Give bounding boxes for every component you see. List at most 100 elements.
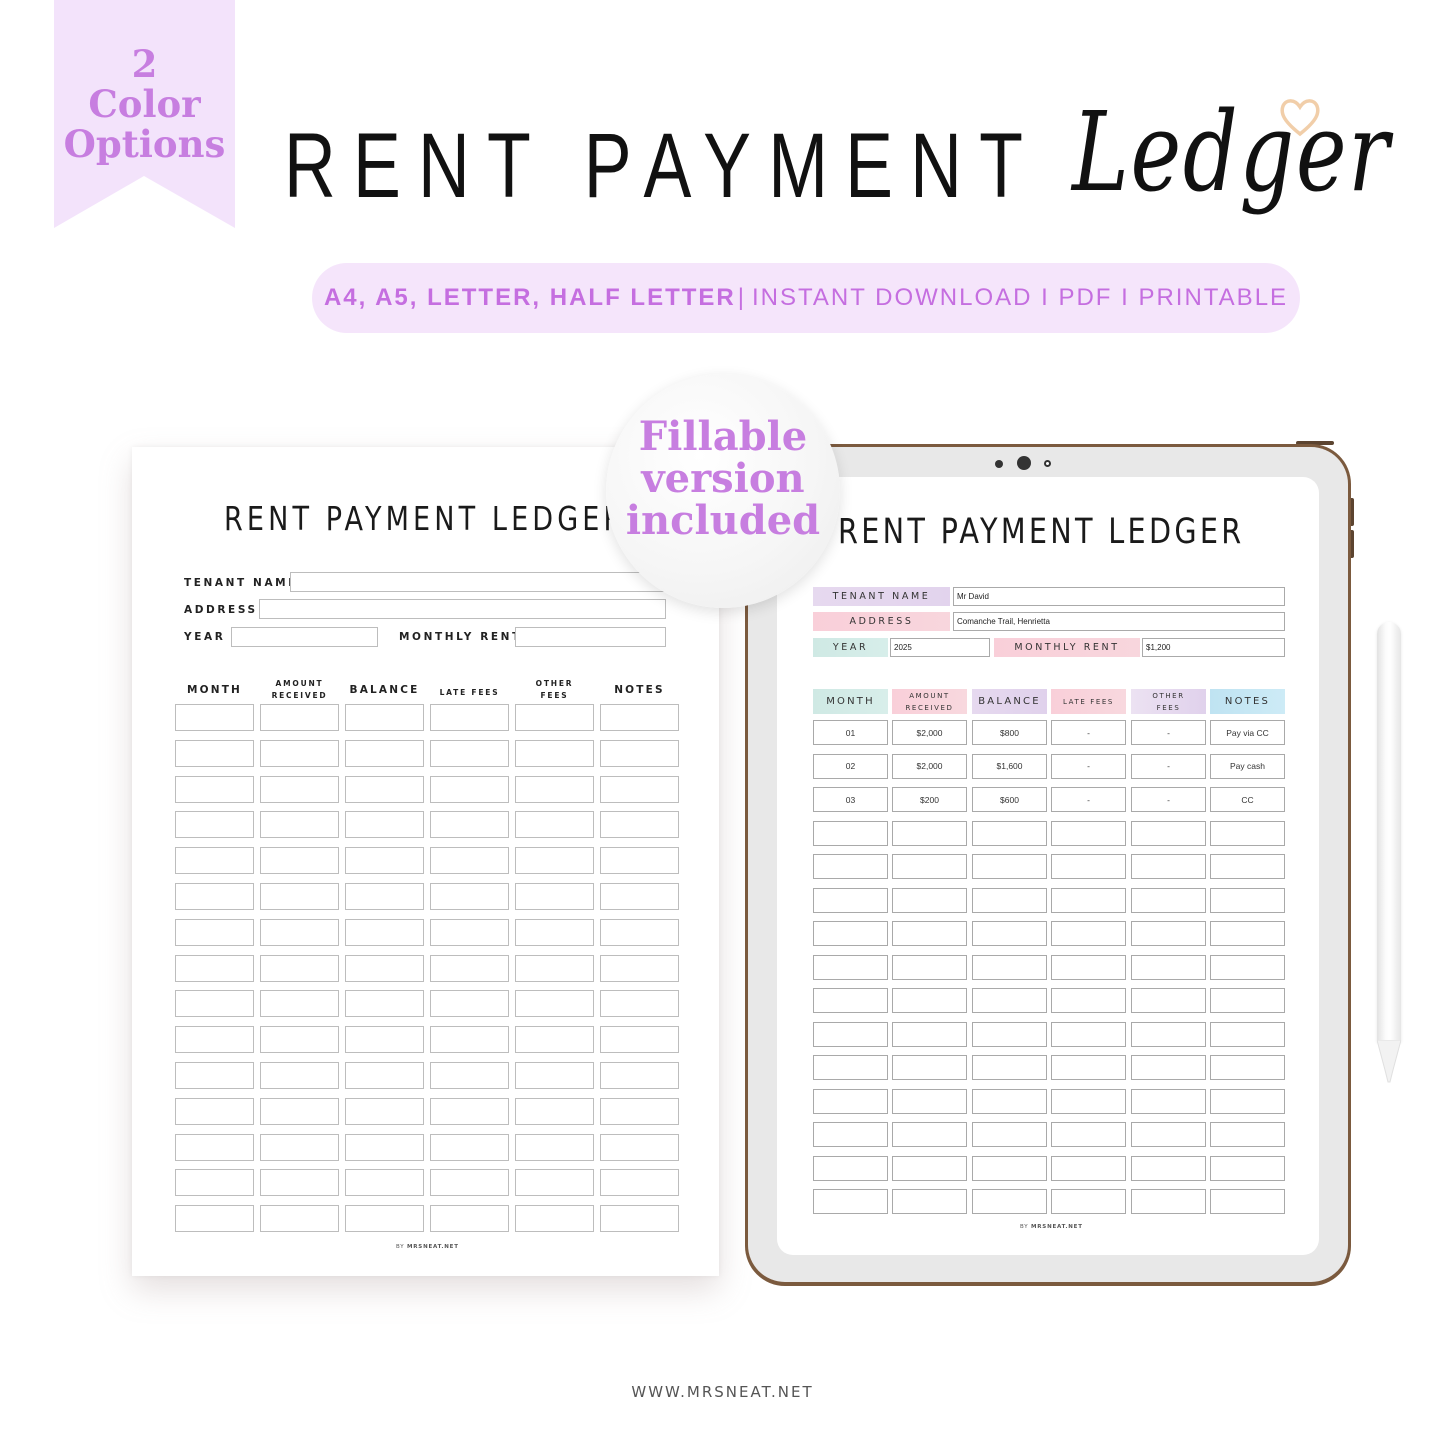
- tablet-table-cell[interactable]: -: [1131, 720, 1206, 745]
- tablet-table-cell[interactable]: [1051, 1021, 1126, 1047]
- printable-table-cell[interactable]: [600, 883, 679, 910]
- tablet-table-cell[interactable]: [1131, 988, 1206, 1013]
- tablet-table-cell[interactable]: [972, 1155, 1047, 1181]
- tablet-table-cell[interactable]: [1131, 854, 1206, 879]
- printable-table-cell[interactable]: [260, 1097, 339, 1125]
- printable-table-cell[interactable]: [600, 704, 679, 731]
- printable-table-cell[interactable]: [430, 775, 509, 803]
- printable-table-cell[interactable]: [430, 918, 509, 946]
- printable-table-cell[interactable]: [345, 704, 424, 731]
- printable-table-cell[interactable]: [515, 1026, 594, 1054]
- tablet-table-cell[interactable]: [813, 820, 888, 846]
- tablet-table-cell[interactable]: [813, 1189, 888, 1214]
- tablet-table-cell[interactable]: [1210, 1189, 1285, 1214]
- tablet-table-cell[interactable]: [972, 921, 1047, 946]
- tablet-table-cell[interactable]: [1210, 1055, 1285, 1080]
- tablet-table-cell[interactable]: $1,600: [972, 753, 1047, 779]
- printable-table-cell[interactable]: [430, 739, 509, 767]
- tablet-table-cell[interactable]: [972, 1088, 1047, 1114]
- year-field[interactable]: [231, 627, 378, 647]
- tablet-table-cell[interactable]: [892, 988, 967, 1013]
- printable-table-cell[interactable]: [260, 704, 339, 731]
- tablet-table-cell[interactable]: 01: [813, 720, 888, 745]
- tablet-table-cell[interactable]: [813, 887, 888, 913]
- tablet-table-cell[interactable]: -: [1051, 720, 1126, 745]
- tablet-table-cell[interactable]: [892, 1122, 967, 1147]
- printable-table-cell[interactable]: [515, 704, 594, 731]
- tablet-table-cell[interactable]: -: [1051, 753, 1126, 779]
- printable-table-cell[interactable]: [515, 847, 594, 875]
- tablet-table-cell[interactable]: [1051, 954, 1126, 980]
- tablet-table-cell[interactable]: [972, 854, 1047, 879]
- tablet-table-cell[interactable]: [813, 988, 888, 1013]
- tablet-table-cell[interactable]: [1051, 921, 1126, 946]
- printable-table-cell[interactable]: [260, 990, 339, 1018]
- tablet-year-field[interactable]: 2025: [890, 638, 990, 657]
- printable-table-cell[interactable]: [430, 1062, 509, 1089]
- tablet-table-cell[interactable]: [1210, 854, 1285, 879]
- printable-table-cell[interactable]: [345, 1062, 424, 1089]
- printable-table-cell[interactable]: [260, 883, 339, 910]
- tablet-table-cell[interactable]: [1210, 921, 1285, 946]
- tablet-table-cell[interactable]: [1131, 1055, 1206, 1080]
- printable-table-cell[interactable]: [345, 954, 424, 982]
- tablet-table-cell[interactable]: [1131, 1088, 1206, 1114]
- tablet-table-cell[interactable]: [1210, 988, 1285, 1013]
- tablet-table-cell[interactable]: [1210, 887, 1285, 913]
- tablet-table-cell[interactable]: [1051, 1155, 1126, 1181]
- tablet-table-cell[interactable]: [892, 921, 967, 946]
- printable-table-cell[interactable]: [600, 954, 679, 982]
- printable-table-cell[interactable]: [175, 1169, 254, 1197]
- tenant-name-field[interactable]: [290, 572, 666, 592]
- printable-table-cell[interactable]: [345, 1205, 424, 1233]
- tablet-table-cell[interactable]: CC: [1210, 787, 1285, 812]
- printable-table-cell[interactable]: [600, 990, 679, 1018]
- printable-table-cell[interactable]: [175, 811, 254, 839]
- printable-table-cell[interactable]: [515, 883, 594, 910]
- tablet-table-cell[interactable]: [1210, 954, 1285, 980]
- printable-table-cell[interactable]: [175, 1097, 254, 1125]
- printable-table-cell[interactable]: [175, 1026, 254, 1054]
- tablet-table-cell[interactable]: 02: [813, 753, 888, 779]
- printable-table-cell[interactable]: [515, 775, 594, 803]
- printable-table-cell[interactable]: [515, 1097, 594, 1125]
- printable-table-cell[interactable]: [600, 918, 679, 946]
- printable-table-cell[interactable]: [600, 1133, 679, 1161]
- printable-table-cell[interactable]: [345, 918, 424, 946]
- printable-table-cell[interactable]: [175, 847, 254, 875]
- printable-table-cell[interactable]: [175, 775, 254, 803]
- printable-table-cell[interactable]: [600, 1205, 679, 1233]
- printable-table-cell[interactable]: [600, 811, 679, 839]
- printable-table-cell[interactable]: [600, 1169, 679, 1197]
- printable-table-cell[interactable]: [345, 847, 424, 875]
- tablet-table-cell[interactable]: [1051, 988, 1126, 1013]
- tablet-table-cell[interactable]: [892, 1189, 967, 1214]
- printable-table-cell[interactable]: [260, 1205, 339, 1233]
- tablet-table-cell[interactable]: [1131, 1021, 1206, 1047]
- tablet-table-cell[interactable]: $2,000: [892, 720, 967, 745]
- tablet-table-cell[interactable]: [892, 887, 967, 913]
- tablet-table-cell[interactable]: [1131, 887, 1206, 913]
- tablet-table-cell[interactable]: $600: [972, 787, 1047, 812]
- printable-table-cell[interactable]: [345, 811, 424, 839]
- printable-table-cell[interactable]: [430, 1133, 509, 1161]
- tablet-table-cell[interactable]: [1131, 1122, 1206, 1147]
- tablet-table-cell[interactable]: [1131, 1189, 1206, 1214]
- printable-table-cell[interactable]: [175, 739, 254, 767]
- tablet-table-cell[interactable]: [1051, 1088, 1126, 1114]
- tablet-table-cell[interactable]: [1051, 854, 1126, 879]
- tablet-table-cell[interactable]: Pay via CC: [1210, 720, 1285, 745]
- printable-table-cell[interactable]: [515, 1133, 594, 1161]
- printable-table-cell[interactable]: [260, 954, 339, 982]
- printable-table-cell[interactable]: [600, 1062, 679, 1089]
- tablet-table-cell[interactable]: [892, 954, 967, 980]
- tablet-table-cell[interactable]: [1210, 1155, 1285, 1181]
- tablet-table-cell[interactable]: [972, 820, 1047, 846]
- printable-table-cell[interactable]: [515, 1205, 594, 1233]
- tablet-table-cell[interactable]: 03: [813, 787, 888, 812]
- printable-table-cell[interactable]: [515, 811, 594, 839]
- tablet-table-cell[interactable]: [813, 854, 888, 879]
- tablet-table-cell[interactable]: [972, 1055, 1047, 1080]
- printable-table-cell[interactable]: [175, 1133, 254, 1161]
- printable-table-cell[interactable]: [175, 1205, 254, 1233]
